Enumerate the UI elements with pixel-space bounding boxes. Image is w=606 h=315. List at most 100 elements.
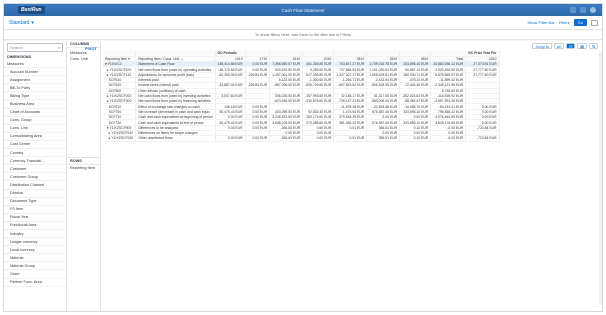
value-cell: -266.63 EUR <box>269 135 304 142</box>
display-all-button[interactable]: all <box>554 43 564 49</box>
sort-icon[interactable]: ⇅ <box>588 43 598 49</box>
layout-panel: COLUMNS Pivot Measures Cons. Unit ROWS R… <box>67 41 101 311</box>
dimension-item[interactable]: Material Group <box>4 262 66 271</box>
row-item[interactable]: Reporting Item <box>67 165 100 171</box>
main-area: Search ⌕ DIMENSIONS Measures Account Numb… <box>4 41 602 311</box>
row-key-cell: ▾ Y1IXZSCF900 <box>103 125 137 131</box>
dimension-item[interactable]: Material <box>4 254 66 263</box>
dimension-item[interactable]: Local currency <box>4 246 66 255</box>
value-cell: 333,895.10 EUR <box>399 109 432 116</box>
variant-selector[interactable]: Standard ▾ <box>9 20 34 26</box>
value-cell: -723.84 EUR <box>465 135 500 142</box>
dimension-item[interactable]: Ledger currency <box>4 238 66 247</box>
search-placeholder: Search <box>10 45 23 50</box>
dimension-item[interactable]: Cons. Group <box>4 117 66 125</box>
dimension-item[interactable]: Customer Group <box>4 173 66 182</box>
dimension-item[interactable]: FS Item <box>4 206 66 214</box>
value-cell: -583,008.00 EUR <box>366 98 401 105</box>
dimension-item[interactable]: Distribution Channel <box>4 181 66 190</box>
value-cell: 356.61 EUR <box>366 135 401 142</box>
value-cell: -823,536.00 EUR <box>269 98 304 105</box>
row-key-cell: ▸ Y1IXZSCF910 <box>103 130 137 137</box>
dimension-item[interactable]: Order <box>4 270 66 279</box>
go-button[interactable]: Go <box>573 19 587 26</box>
value-cell: 1,327,327.17 EUR <box>333 72 368 79</box>
value-cell: -16,085.75 EUR <box>399 103 432 110</box>
rows-header: ROWS <box>67 158 100 165</box>
dimension-item[interactable]: Partner Func. Area <box>4 279 66 287</box>
dimension-item[interactable]: Functional Area <box>4 222 66 230</box>
value-cell: 0.10 EUR <box>399 135 432 142</box>
row-label-cell: Net cash flows from (used in) operating … <box>135 66 216 73</box>
jump-to-input[interactable]: Jump to <box>532 43 552 49</box>
columns-header-label: COLUMNS <box>70 42 90 46</box>
value-cell: 45,475.43 EUR <box>215 119 246 126</box>
value-cell: 576,387.40 EUR <box>366 119 401 126</box>
dimension-item[interactable]: Measures <box>4 60 66 69</box>
dimension-item[interactable]: Bill-To Party <box>4 84 66 93</box>
value-cell: 1,101,030.51 EUR <box>366 66 401 73</box>
dimension-item[interactable]: Chart of Accounts <box>4 109 66 117</box>
value-cell: 180,030.71 EUR <box>399 72 432 79</box>
value-cell: -230,575.60 EUR <box>302 98 335 105</box>
value-cell: 737,866.94 EUR <box>333 66 368 73</box>
dimension-item[interactable]: Currency Translati... <box>4 157 66 166</box>
value-cell: 4,076,464.89 EUR <box>430 114 467 121</box>
dimension-item[interactable]: Billing Type <box>4 92 66 101</box>
value-cell: 0.60 EUR <box>302 135 335 142</box>
dimension-item[interactable]: Division <box>4 190 66 198</box>
value-cell: 381,065.22 EUR <box>333 119 368 126</box>
dimension-item[interactable]: Consolidating Area <box>4 133 66 141</box>
value-cell: 379,818.29 EUR <box>333 114 368 121</box>
table-view-icon[interactable]: ☷ <box>565 43 576 49</box>
table-body: ▾ Y1IXXC2 Statement of Cash Flow 138,414.8… <box>103 61 500 142</box>
variant-label: Standard <box>9 19 30 26</box>
dimension-item[interactable]: Industry <box>4 230 66 239</box>
notifications-icon[interactable] <box>580 7 586 13</box>
dimension-item[interactable]: Account Number <box>4 68 66 77</box>
avatar[interactable] <box>590 7 596 13</box>
column-item[interactable]: Cons. Unit <box>67 56 100 62</box>
value-cell: 333,895.10 EUR <box>399 61 432 68</box>
dimension-item[interactable]: Country <box>4 149 66 158</box>
row-label-cell: Cash and cash equivalents at beginning o… <box>135 114 216 121</box>
shell-header: BestRun Cash Flow Statement <box>4 4 602 16</box>
dimension-item[interactable]: Cons. Unit <box>4 125 66 133</box>
settings-icon[interactable] <box>591 19 598 26</box>
dimension-item[interactable]: Customer <box>4 165 66 174</box>
value-cell: -735,147.21 EUR <box>333 98 368 105</box>
value-cell: 270,085.60 EUR <box>302 119 335 126</box>
value-cell: 763,817.27 EUR <box>333 61 368 68</box>
value-cell: -33,887.44 EUR <box>215 82 246 89</box>
vertical-scrollbar[interactable] <box>599 51 602 305</box>
dimensions-list: Measures Account Number Assignment Bill-To … <box>4 60 66 287</box>
value-cell: 1,808,409.81 EUR <box>366 72 401 79</box>
app-title: Cash Flow Statement <box>281 7 325 13</box>
search-icon[interactable]: ⌕ <box>58 45 60 50</box>
value-cell: 3,245,523.50 EUR <box>269 114 304 121</box>
value-cell: -667,823.62 EUR <box>333 82 368 89</box>
filters-link[interactable]: Filters <box>559 20 570 25</box>
dimension-item[interactable]: Fiscal Year <box>4 214 66 222</box>
value-cell: 45,475.43 EUR <box>215 109 246 116</box>
filter-actions: Show Filter Bar Filters Go <box>527 19 598 26</box>
value-cell: 306,025.00 EUR <box>269 93 304 100</box>
table-row[interactable]: ▸ Y1IXZSCF920 Other unselected flows 0.03 … <box>103 135 500 142</box>
row-label-cell: Net increase (decrease) in cash and cash… <box>135 109 216 116</box>
grid-view-icon[interactable]: ▦ <box>577 43 587 49</box>
filter-hint: To show filters here, add them to the fi… <box>4 30 602 40</box>
dimension-item[interactable]: Cost Center <box>4 141 66 150</box>
row-label-cell: Other unselected flows <box>135 135 216 142</box>
dimension-item[interactable]: Assignment <box>4 76 66 85</box>
dimension-item[interactable]: Business Area <box>4 100 66 109</box>
search-icon[interactable] <box>570 7 576 13</box>
app-window: BestRun Cash Flow Statement Standard ▾ S… <box>3 3 603 312</box>
row-key-cell: ▸ Y1IXZSCF300 <box>103 98 137 105</box>
value-cell: 138,414.88 EUR <box>215 61 246 68</box>
value-cell: 92,532.40 EUR <box>302 109 335 116</box>
dimension-item[interactable]: Document Type <box>4 198 66 206</box>
show-filter-bar-link[interactable]: Show Filter Bar <box>527 20 554 25</box>
row-key-cell: ▸ Y1IXZSCF110 <box>103 72 137 79</box>
search-input[interactable]: Search ⌕ <box>7 43 63 52</box>
value-cell: 7,398,550.57 EUR <box>269 61 304 68</box>
